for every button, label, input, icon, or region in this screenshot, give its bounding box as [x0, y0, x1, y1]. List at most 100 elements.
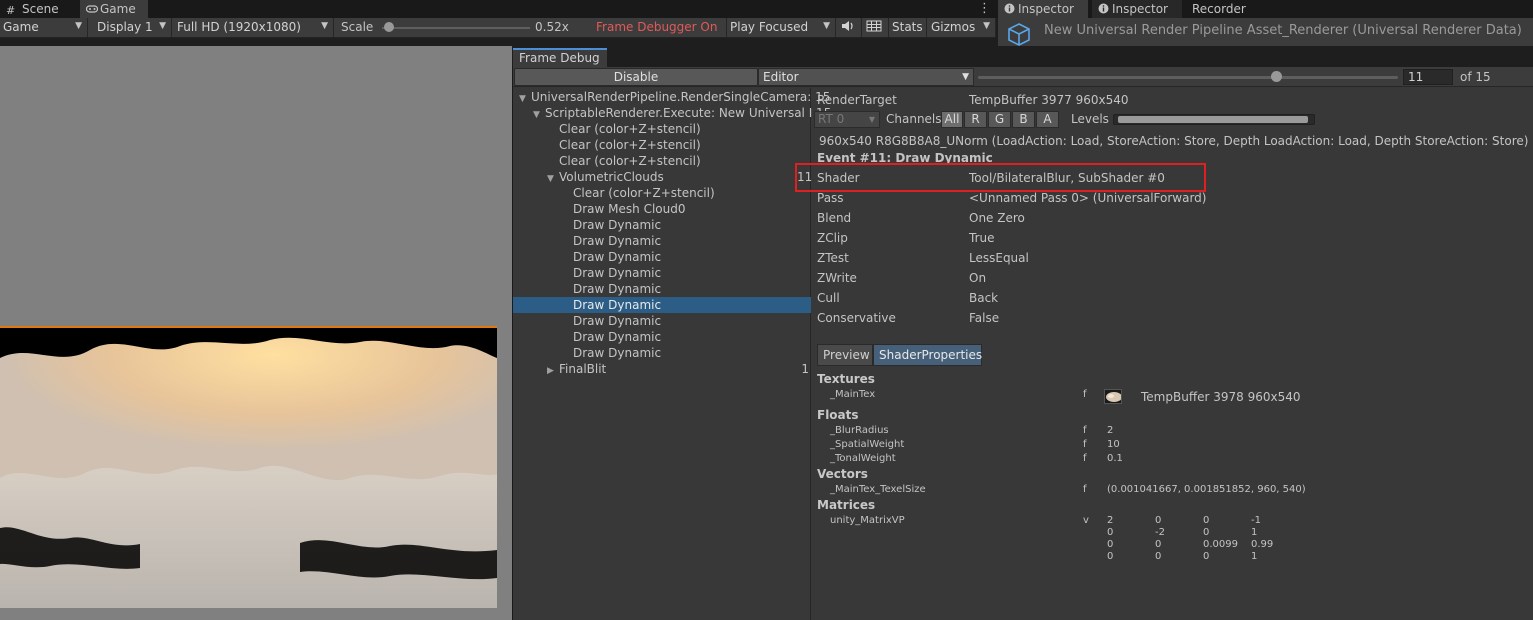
stats-button[interactable]: Stats: [889, 18, 927, 37]
gizmos-dropdown[interactable]: Gizmos: [928, 18, 996, 37]
channels-label: Channels: [886, 112, 942, 126]
matrix-cell: 0.99: [1251, 539, 1274, 550]
matrix-cell: 1: [1251, 551, 1258, 562]
matrix-cell: 0: [1155, 551, 1162, 562]
tree-row[interactable]: Draw Dynamic: [513, 345, 811, 361]
tree-row[interactable]: ▶ FinalBlit 1: [513, 361, 811, 377]
kebab-icon[interactable]: ⋮: [978, 1, 991, 16]
vector-type: f: [1083, 484, 1087, 495]
tree-row[interactable]: Draw Dynamic: [513, 249, 811, 265]
caret-down-icon[interactable]: ▼: [533, 110, 545, 120]
tree-row[interactable]: Draw Dynamic: [513, 265, 811, 281]
channel-all-button[interactable]: All: [941, 111, 963, 128]
tree-row[interactable]: ▼ VolumetricClouds: [513, 169, 811, 185]
texture-thumbnail[interactable]: [1104, 389, 1122, 404]
levels-range[interactable]: [1118, 116, 1308, 123]
tree-row[interactable]: Draw Dynamic: [513, 217, 811, 233]
detail-label: Blend: [817, 211, 852, 225]
detail-value: One Zero: [969, 211, 1025, 225]
tree-row[interactable]: Draw Dynamic: [513, 281, 811, 297]
detail-value: <Unnamed Pass 0> (UniversalForward): [969, 191, 1207, 205]
tree-row-label: Draw Dynamic: [573, 266, 662, 280]
tree-row[interactable]: Clear (color+Z+stencil): [513, 153, 811, 169]
view-mode-dropdown[interactable]: Game: [0, 18, 88, 37]
scale-slider-track[interactable]: [382, 27, 530, 29]
tree-row[interactable]: Draw Dynamic: [513, 329, 811, 345]
info-icon: [1098, 3, 1109, 14]
tab-preview[interactable]: Preview: [817, 344, 873, 366]
scale-slider-thumb[interactable]: [384, 22, 395, 32]
disable-button[interactable]: Disable: [514, 68, 758, 86]
detail-label: ZTest: [817, 251, 849, 265]
display-dropdown[interactable]: Display 1: [94, 18, 172, 37]
tree-row[interactable]: Draw Mesh Cloud0: [513, 201, 811, 217]
top-tab-bar: # Scene Game ⋮ Inspector Inspector Record…: [0, 0, 1533, 18]
gamepad-icon: [85, 3, 99, 13]
texture-value: TempBuffer 3978 960x540: [1141, 390, 1301, 404]
display-label: Display 1: [97, 20, 153, 34]
texture-type: f: [1083, 389, 1087, 400]
matrix-cell: 1: [1251, 527, 1258, 538]
tree-row-label: Draw Dynamic: [573, 330, 662, 344]
tree-row-label: Draw Dynamic: [573, 218, 662, 232]
vector-name: _MainTex_TexelSize: [830, 484, 926, 495]
tab-recorder[interactable]: Recorder: [1186, 0, 1256, 18]
rt-dropdown[interactable]: RT 0 ▼: [814, 111, 880, 128]
float-name: _SpatialWeight: [830, 439, 905, 450]
tree-row[interactable]: Draw Dynamic: [513, 297, 811, 313]
tab-scene[interactable]: # Scene: [0, 0, 76, 18]
tab-shader-properties[interactable]: ShaderProperties: [873, 344, 982, 366]
caret-right-icon[interactable]: ▶: [547, 366, 559, 376]
event-number-field[interactable]: 11: [1403, 69, 1453, 85]
tab-frame-debug[interactable]: Frame Debug: [513, 48, 607, 67]
tree-row[interactable]: Draw Dynamic: [513, 313, 811, 329]
inspector-header: New Universal Render Pipeline Asset_Rend…: [998, 18, 1533, 46]
matrix-cell: 0.0099: [1203, 539, 1238, 550]
tree-row-label: Draw Mesh Cloud0: [573, 202, 686, 216]
stats-label: Stats: [892, 20, 923, 34]
tree-row-label: Clear (color+Z+stencil): [559, 138, 701, 152]
event-total: of 15: [1460, 70, 1491, 84]
float-name: _TonalWeight: [830, 453, 896, 464]
tree-row[interactable]: Draw Dynamic: [513, 233, 811, 249]
matrix-cell: -2: [1155, 527, 1165, 538]
target-dropdown[interactable]: Editor ▼: [758, 68, 974, 86]
event-title: Event #11: Draw Dynamic: [817, 151, 993, 163]
tab-scene-label: Scene: [22, 2, 59, 16]
tree-row[interactable]: Clear (color+Z+stencil): [513, 121, 811, 137]
tree-row[interactable]: Clear (color+Z+stencil): [513, 137, 811, 153]
tree-row[interactable]: Clear (color+Z+stencil): [513, 185, 811, 201]
matrix-cell: 0: [1107, 527, 1114, 538]
game-view[interactable]: [0, 46, 512, 620]
tab-inspector-2[interactable]: Inspector: [1092, 0, 1182, 18]
caret-down-icon[interactable]: ▼: [547, 174, 559, 184]
channel-g-button[interactable]: G: [988, 111, 1011, 128]
tab-game[interactable]: Game: [80, 0, 148, 18]
render-target-value: TempBuffer 3977 960x540: [969, 93, 1129, 107]
event-slider-track[interactable]: [978, 76, 1398, 79]
hash-icon: #: [6, 4, 16, 17]
grid-icon[interactable]: [863, 18, 889, 37]
float-value: 0.1: [1107, 453, 1123, 464]
speaker-icon[interactable]: [838, 18, 862, 37]
tree-row[interactable]: ▼ ScriptableRenderer.Execute: New Univers…: [513, 105, 831, 121]
tree-row-label: ScriptableRenderer.Execute: New Universa…: [545, 106, 832, 120]
detail-value: False: [969, 311, 1000, 325]
tab-inspector-1[interactable]: Inspector: [998, 0, 1088, 18]
channel-b-button[interactable]: B: [1012, 111, 1035, 128]
caret-down-icon[interactable]: ▼: [519, 94, 531, 104]
matrix-cell: 0: [1155, 515, 1162, 526]
float-type: f: [1083, 439, 1087, 450]
float-value: 2: [1107, 425, 1114, 436]
float-value: 10: [1107, 439, 1120, 450]
vectors-header: Vectors: [817, 467, 868, 481]
detail-value: On: [969, 271, 987, 285]
play-mode-dropdown[interactable]: Play Focused: [726, 18, 836, 37]
tree-row[interactable]: ▼ UniversalRenderPipeline.RenderSingleCam…: [513, 89, 830, 105]
channel-r-button[interactable]: R: [964, 111, 987, 128]
resolution-dropdown[interactable]: Full HD (1920x1080): [174, 18, 334, 37]
matrix-type: v: [1083, 515, 1089, 526]
detail-value: Back: [969, 291, 999, 305]
detail-label: Conservative: [817, 311, 896, 325]
channel-a-button[interactable]: A: [1036, 111, 1059, 128]
